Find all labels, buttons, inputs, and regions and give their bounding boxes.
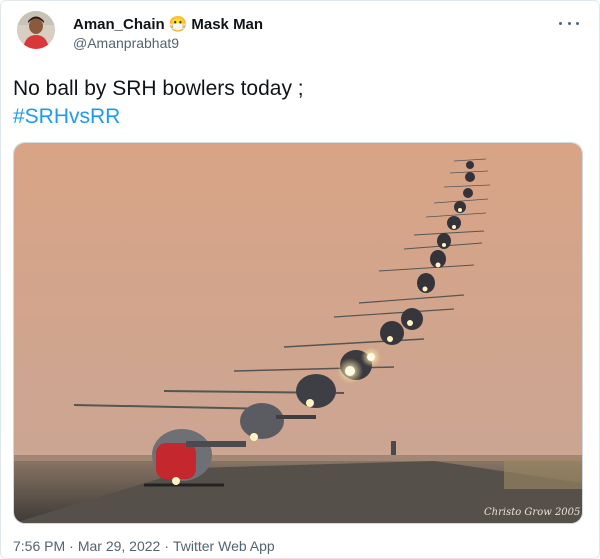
tweet-text: No ball by SRH bowlers today ; (13, 77, 304, 100)
tweet-card: Aman_Chain 😷 Mask Man @Amanprabhat9 No b… (0, 0, 600, 559)
author-name-text: Aman_Chain (73, 15, 165, 33)
mask-emoji-icon: 😷 (168, 16, 188, 33)
avatar[interactable] (17, 11, 55, 49)
tweet-source[interactable]: Twitter Web App (173, 538, 275, 554)
tweet-date[interactable]: Mar 29, 2022 (78, 538, 161, 554)
meta-separator: · (69, 538, 74, 554)
helicopter-formation-photo: Christo Grow 2005 (14, 143, 582, 523)
author-name[interactable]: Aman_Chain 😷 Mask Man (73, 13, 263, 35)
photo-watermark: Christo Grow 2005 (484, 507, 580, 518)
author-name-suffix: Mask Man (191, 15, 264, 33)
tweet-media-photo[interactable]: Christo Grow 2005 (13, 142, 583, 524)
author-handle[interactable]: @Amanprabhat9 (73, 35, 179, 51)
tweet-time[interactable]: 7:56 PM (13, 538, 65, 554)
more-options-icon[interactable] (559, 15, 579, 31)
hashtag-link[interactable]: #SRHvsRR (13, 104, 120, 130)
meta-separator: · (164, 538, 169, 554)
avatar-image (17, 11, 55, 49)
tweet-metadata: 7:56 PM · Mar 29, 2022 · Twitter Web App (13, 538, 275, 554)
